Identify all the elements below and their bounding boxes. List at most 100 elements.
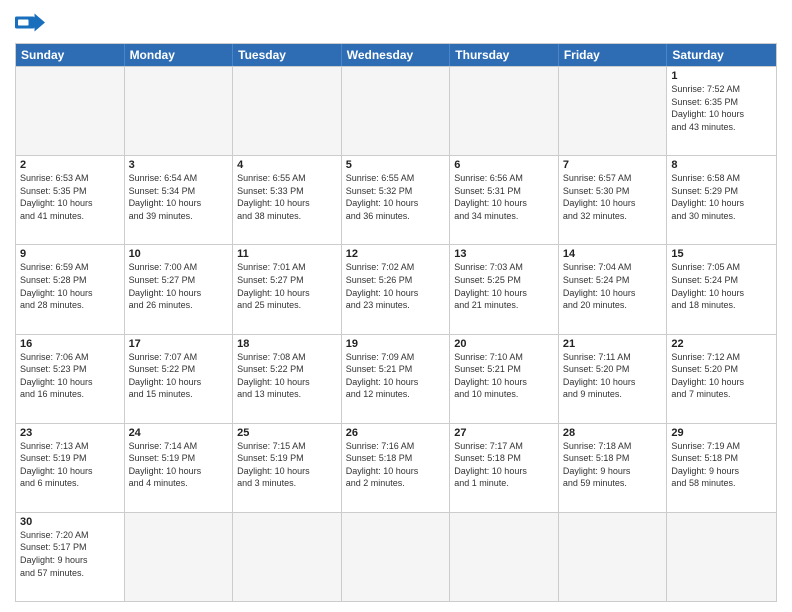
day-number: 6 bbox=[454, 159, 554, 171]
day-number: 27 bbox=[454, 427, 554, 439]
calendar-week-3: 9Sunrise: 6:59 AM Sunset: 5:28 PM Daylig… bbox=[16, 244, 776, 333]
calendar-cell: 28Sunrise: 7:18 AM Sunset: 5:18 PM Dayli… bbox=[559, 424, 668, 512]
calendar-cell: 24Sunrise: 7:14 AM Sunset: 5:19 PM Dayli… bbox=[125, 424, 234, 512]
calendar-cell: 10Sunrise: 7:00 AM Sunset: 5:27 PM Dayli… bbox=[125, 245, 234, 333]
day-number: 18 bbox=[237, 338, 337, 350]
day-info: Sunrise: 7:18 AM Sunset: 5:18 PM Dayligh… bbox=[563, 440, 663, 490]
day-number: 24 bbox=[129, 427, 229, 439]
day-info: Sunrise: 7:09 AM Sunset: 5:21 PM Dayligh… bbox=[346, 351, 446, 401]
calendar-cell: 29Sunrise: 7:19 AM Sunset: 5:18 PM Dayli… bbox=[667, 424, 776, 512]
day-number: 23 bbox=[20, 427, 120, 439]
calendar-cell: 22Sunrise: 7:12 AM Sunset: 5:20 PM Dayli… bbox=[667, 335, 776, 423]
calendar-cell: 3Sunrise: 6:54 AM Sunset: 5:34 PM Daylig… bbox=[125, 156, 234, 244]
calendar-week-6: 30Sunrise: 7:20 AM Sunset: 5:17 PM Dayli… bbox=[16, 512, 776, 601]
calendar-cell: 20Sunrise: 7:10 AM Sunset: 5:21 PM Dayli… bbox=[450, 335, 559, 423]
day-info: Sunrise: 7:17 AM Sunset: 5:18 PM Dayligh… bbox=[454, 440, 554, 490]
calendar-cell: 4Sunrise: 6:55 AM Sunset: 5:33 PM Daylig… bbox=[233, 156, 342, 244]
header-day-thursday: Thursday bbox=[450, 44, 559, 66]
calendar-cell: 6Sunrise: 6:56 AM Sunset: 5:31 PM Daylig… bbox=[450, 156, 559, 244]
day-number: 4 bbox=[237, 159, 337, 171]
day-number: 3 bbox=[129, 159, 229, 171]
header-day-tuesday: Tuesday bbox=[233, 44, 342, 66]
calendar-cell bbox=[16, 67, 125, 155]
day-number: 30 bbox=[20, 516, 120, 528]
day-info: Sunrise: 6:55 AM Sunset: 5:33 PM Dayligh… bbox=[237, 172, 337, 222]
day-info: Sunrise: 7:04 AM Sunset: 5:24 PM Dayligh… bbox=[563, 261, 663, 311]
calendar-cell bbox=[125, 513, 234, 601]
day-number: 1 bbox=[671, 70, 772, 82]
calendar-cell: 21Sunrise: 7:11 AM Sunset: 5:20 PM Dayli… bbox=[559, 335, 668, 423]
calendar-cell: 2Sunrise: 6:53 AM Sunset: 5:35 PM Daylig… bbox=[16, 156, 125, 244]
calendar-cell: 30Sunrise: 7:20 AM Sunset: 5:17 PM Dayli… bbox=[16, 513, 125, 601]
calendar-cell bbox=[233, 67, 342, 155]
day-info: Sunrise: 6:54 AM Sunset: 5:34 PM Dayligh… bbox=[129, 172, 229, 222]
calendar-cell: 9Sunrise: 6:59 AM Sunset: 5:28 PM Daylig… bbox=[16, 245, 125, 333]
header-day-monday: Monday bbox=[125, 44, 234, 66]
day-info: Sunrise: 6:57 AM Sunset: 5:30 PM Dayligh… bbox=[563, 172, 663, 222]
day-info: Sunrise: 7:10 AM Sunset: 5:21 PM Dayligh… bbox=[454, 351, 554, 401]
calendar-cell: 19Sunrise: 7:09 AM Sunset: 5:21 PM Dayli… bbox=[342, 335, 451, 423]
calendar-cell bbox=[233, 513, 342, 601]
day-info: Sunrise: 6:55 AM Sunset: 5:32 PM Dayligh… bbox=[346, 172, 446, 222]
day-number: 9 bbox=[20, 248, 120, 260]
calendar-cell: 27Sunrise: 7:17 AM Sunset: 5:18 PM Dayli… bbox=[450, 424, 559, 512]
calendar-cell: 15Sunrise: 7:05 AM Sunset: 5:24 PM Dayli… bbox=[667, 245, 776, 333]
calendar-cell: 26Sunrise: 7:16 AM Sunset: 5:18 PM Dayli… bbox=[342, 424, 451, 512]
day-number: 11 bbox=[237, 248, 337, 260]
day-info: Sunrise: 7:00 AM Sunset: 5:27 PM Dayligh… bbox=[129, 261, 229, 311]
calendar-cell: 17Sunrise: 7:07 AM Sunset: 5:22 PM Dayli… bbox=[125, 335, 234, 423]
header bbox=[15, 10, 777, 35]
calendar-cell: 12Sunrise: 7:02 AM Sunset: 5:26 PM Dayli… bbox=[342, 245, 451, 333]
day-info: Sunrise: 7:52 AM Sunset: 6:35 PM Dayligh… bbox=[671, 83, 772, 133]
day-number: 16 bbox=[20, 338, 120, 350]
day-info: Sunrise: 7:07 AM Sunset: 5:22 PM Dayligh… bbox=[129, 351, 229, 401]
day-number: 26 bbox=[346, 427, 446, 439]
calendar-cell bbox=[125, 67, 234, 155]
calendar: SundayMondayTuesdayWednesdayThursdayFrid… bbox=[15, 43, 777, 602]
calendar-cell: 7Sunrise: 6:57 AM Sunset: 5:30 PM Daylig… bbox=[559, 156, 668, 244]
calendar-cell bbox=[450, 513, 559, 601]
day-number: 29 bbox=[671, 427, 772, 439]
day-number: 25 bbox=[237, 427, 337, 439]
calendar-cell bbox=[450, 67, 559, 155]
day-number: 21 bbox=[563, 338, 663, 350]
day-number: 17 bbox=[129, 338, 229, 350]
day-info: Sunrise: 7:14 AM Sunset: 5:19 PM Dayligh… bbox=[129, 440, 229, 490]
calendar-cell bbox=[342, 67, 451, 155]
calendar-cell: 5Sunrise: 6:55 AM Sunset: 5:32 PM Daylig… bbox=[342, 156, 451, 244]
calendar-week-1: 1Sunrise: 7:52 AM Sunset: 6:35 PM Daylig… bbox=[16, 66, 776, 155]
generalblue-logo-icon bbox=[15, 10, 45, 35]
day-number: 14 bbox=[563, 248, 663, 260]
day-info: Sunrise: 7:11 AM Sunset: 5:20 PM Dayligh… bbox=[563, 351, 663, 401]
calendar-cell: 14Sunrise: 7:04 AM Sunset: 5:24 PM Dayli… bbox=[559, 245, 668, 333]
calendar-week-4: 16Sunrise: 7:06 AM Sunset: 5:23 PM Dayli… bbox=[16, 334, 776, 423]
calendar-cell: 1Sunrise: 7:52 AM Sunset: 6:35 PM Daylig… bbox=[667, 67, 776, 155]
day-info: Sunrise: 7:20 AM Sunset: 5:17 PM Dayligh… bbox=[20, 529, 120, 579]
day-number: 8 bbox=[671, 159, 772, 171]
day-info: Sunrise: 6:56 AM Sunset: 5:31 PM Dayligh… bbox=[454, 172, 554, 222]
calendar-cell: 8Sunrise: 6:58 AM Sunset: 5:29 PM Daylig… bbox=[667, 156, 776, 244]
calendar-cell: 16Sunrise: 7:06 AM Sunset: 5:23 PM Dayli… bbox=[16, 335, 125, 423]
day-info: Sunrise: 7:06 AM Sunset: 5:23 PM Dayligh… bbox=[20, 351, 120, 401]
day-number: 28 bbox=[563, 427, 663, 439]
day-info: Sunrise: 7:03 AM Sunset: 5:25 PM Dayligh… bbox=[454, 261, 554, 311]
calendar-cell: 18Sunrise: 7:08 AM Sunset: 5:22 PM Dayli… bbox=[233, 335, 342, 423]
day-number: 15 bbox=[671, 248, 772, 260]
page: SundayMondayTuesdayWednesdayThursdayFrid… bbox=[0, 0, 792, 612]
calendar-week-5: 23Sunrise: 7:13 AM Sunset: 5:19 PM Dayli… bbox=[16, 423, 776, 512]
calendar-week-2: 2Sunrise: 6:53 AM Sunset: 5:35 PM Daylig… bbox=[16, 155, 776, 244]
calendar-header: SundayMondayTuesdayWednesdayThursdayFrid… bbox=[16, 44, 776, 66]
header-day-saturday: Saturday bbox=[667, 44, 776, 66]
day-number: 22 bbox=[671, 338, 772, 350]
day-number: 12 bbox=[346, 248, 446, 260]
day-info: Sunrise: 7:01 AM Sunset: 5:27 PM Dayligh… bbox=[237, 261, 337, 311]
day-number: 20 bbox=[454, 338, 554, 350]
day-number: 13 bbox=[454, 248, 554, 260]
day-info: Sunrise: 7:02 AM Sunset: 5:26 PM Dayligh… bbox=[346, 261, 446, 311]
logo bbox=[15, 10, 49, 35]
day-info: Sunrise: 7:16 AM Sunset: 5:18 PM Dayligh… bbox=[346, 440, 446, 490]
calendar-cell bbox=[342, 513, 451, 601]
calendar-cell: 23Sunrise: 7:13 AM Sunset: 5:19 PM Dayli… bbox=[16, 424, 125, 512]
day-number: 10 bbox=[129, 248, 229, 260]
day-info: Sunrise: 6:59 AM Sunset: 5:28 PM Dayligh… bbox=[20, 261, 120, 311]
